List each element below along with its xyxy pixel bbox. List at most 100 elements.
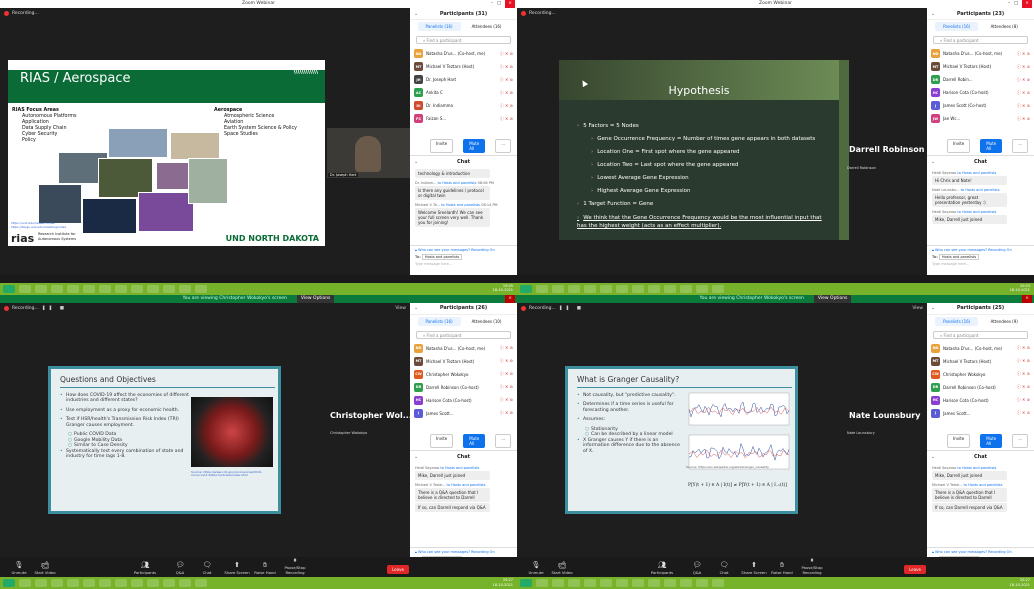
minimize-icon[interactable]: – [491,0,493,8]
participant-row[interactable]: J James Scott (Co-host) ⓘ ✕ ⊘ [927,99,1034,112]
mute-all-button[interactable]: Mute All [463,433,486,448]
app-icon[interactable] [648,579,660,587]
presenter-video[interactable]: Dr. Joseph Hart [327,128,410,178]
app-icon[interactable] [616,579,628,587]
participant-row[interactable]: MT Michael V Teztars (Host) ⓘ ✕ ⊘ [927,60,1034,73]
pause-stop-icon[interactable]: ❚❚ ■ [559,306,584,311]
zoom-icon[interactable] [712,284,724,293]
app-icon[interactable] [680,579,692,587]
participant-row[interactable]: ND Natasha D'us... (Co-host, me) ⓘ ✕ ⊘ [927,342,1034,355]
mute-all-button[interactable]: Mute All [980,433,1003,448]
participant-row[interactable]: DR Darrell Robin... ⓘ ✕ ⊘ [927,73,1034,86]
who-can-see-link[interactable]: 🔒︎ Who can see your messages? Recording … [415,248,512,252]
tab-attendees[interactable]: Attendees (8) [983,22,1026,31]
app-icon[interactable] [568,579,580,587]
app-icon[interactable] [664,284,676,293]
toolbar-button-raise-hand[interactable]: ✋︎ Raise Hand [767,561,797,575]
folder-icon[interactable] [552,579,564,587]
participant-row[interactable]: JH Dr. Joseph Hart ⓘ ✕ ⊘ [410,73,517,86]
close-icon[interactable]: × [505,294,515,303]
folder-icon[interactable] [552,284,564,293]
tab-panelists[interactable]: Panelists (16) [417,22,461,31]
more-button[interactable]: ... [495,433,512,448]
participant-row[interactable]: ND Natasha D'us... (Co-host, me) ⓘ ✕ ⊘ [927,47,1034,60]
close-icon[interactable]: × [1022,0,1032,8]
folder-icon[interactable] [35,579,47,587]
chat-recipient-select[interactable]: Hosts and panelists [421,253,463,260]
view-options-button[interactable]: View Options [296,294,335,303]
participant-row[interactable]: MT Michael V Teztars (Host) ⓘ ✕ ⊘ [410,60,517,73]
tab-attendees[interactable]: Attendees (9) [983,317,1026,326]
invite-button[interactable]: Invite [430,433,454,448]
invite-button[interactable]: Invite [947,433,971,448]
participant-row[interactable]: HC Harison Cota (Co-host) ⓘ ✕ ⊘ [927,86,1034,99]
toolbar-button-qa[interactable]: 💬︎ Q&A [682,561,712,575]
chrome-icon[interactable] [584,579,596,587]
app-icon[interactable] [600,579,612,587]
pause-stop-icon[interactable]: ❚❚ ■ [42,306,67,311]
close-icon[interactable]: × [505,0,515,8]
view-button[interactable]: View [912,306,923,311]
toolbar-button-pause-recording[interactable]: ⏸︎ Pause/Stop Recording [280,556,310,575]
zoom-icon[interactable] [195,579,207,587]
app-icon[interactable] [664,579,676,587]
app-icon[interactable] [600,284,612,293]
tab-attendees[interactable]: Attendees (10) [464,317,510,326]
maximize-icon[interactable]: □ [1014,0,1018,8]
minimize-icon[interactable]: – [1008,0,1010,8]
toolbar-button-chat[interactable]: 🗨︎ Chat [192,561,222,575]
browser-icon[interactable] [536,284,548,293]
tab-panelists[interactable]: Panelists (16) [935,316,979,326]
chevron-down-icon[interactable]: ⌄ [414,454,418,460]
toolbar-button-share-screen[interactable]: ⬆︎ Share Screen [222,561,252,575]
zoom-icon[interactable] [712,579,724,587]
app-icon[interactable] [131,284,143,293]
toolbar-button-video-camera[interactable]: 📹︎ Start Video [547,561,577,575]
chat-input[interactable]: Type message here... [415,262,512,266]
more-button[interactable]: ... [1012,139,1029,153]
participant-row[interactable]: DR Darrell Robinson (Co-host) ⓘ ✕ ⊘ [927,381,1034,394]
app-icon[interactable] [696,284,708,293]
participant-row[interactable]: DR Darrell Robinson (Co-host) ⓘ ✕ ⊘ [410,381,517,394]
app-icon[interactable] [83,284,95,293]
toolbar-button-raise-hand[interactable]: ✋︎ Raise Hand [250,561,280,575]
browser-icon[interactable] [536,579,548,587]
participant-row[interactable]: ND Natasha D'us... (Co-host, me) ⓘ ✕ ⊘ [410,47,517,60]
chat-input[interactable]: Type message here... [932,262,1029,266]
app-icon[interactable] [99,579,111,587]
app-icon[interactable] [147,579,159,587]
chevron-down-icon[interactable]: ⌄ [931,159,935,165]
toolbar-button-chat[interactable]: 🗨︎ Chat [709,561,739,575]
invite-button[interactable]: Invite [947,139,971,153]
app-icon[interactable] [115,284,127,293]
toolbar-button-video-camera[interactable]: 📹︎ Start Video [30,561,60,575]
chevron-down-icon[interactable]: ⌄ [414,159,418,165]
app-icon[interactable] [147,284,159,293]
toolbar-button-participants[interactable]: 👥︎ Participants [647,561,677,575]
app-icon[interactable] [179,579,191,587]
participant-row[interactable]: AC Ankita C ⓘ ✕ ⊘ [410,86,517,99]
app-icon[interactable] [179,284,191,293]
participant-row[interactable]: CW Christopher Wokokyo ⓘ ✕ ⊘ [410,368,517,381]
app-icon[interactable] [632,579,644,587]
more-button[interactable]: ... [495,139,512,153]
app-icon[interactable] [115,579,127,587]
who-can-see-link[interactable]: 🔒︎ Who can see your messages? Recording … [932,248,1029,252]
windows-start-icon[interactable] [520,284,532,293]
app-icon[interactable] [648,284,660,293]
view-button[interactable]: View [395,306,406,311]
app-icon[interactable] [568,284,580,293]
browser-icon[interactable] [19,284,31,293]
more-button[interactable]: ... [1012,433,1029,448]
find-participant-input[interactable]: ⌕ Find a participant [416,36,511,44]
windows-start-icon[interactable] [3,284,15,293]
tab-panelists[interactable]: Panelists (16) [417,316,461,326]
browser-icon[interactable] [19,579,31,587]
chrome-icon[interactable] [584,284,596,293]
chevron-down-icon[interactable]: ⌄ [414,305,418,311]
app-icon[interactable] [163,579,175,587]
chrome-icon[interactable] [67,579,79,587]
mute-all-button[interactable]: Mute All [980,139,1003,153]
participant-row[interactable]: JW Jae Wc... ⓘ ✕ ⊘ [927,112,1034,125]
app-icon[interactable] [163,284,175,293]
